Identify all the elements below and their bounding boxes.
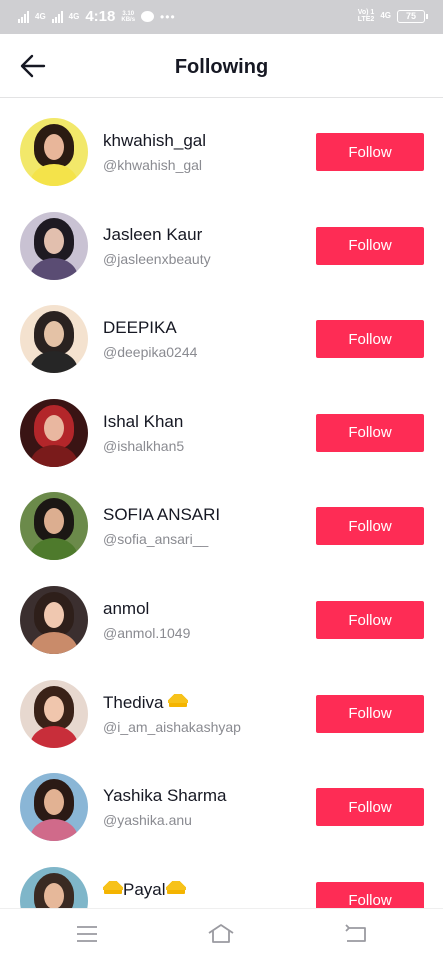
list-item[interactable]: Payal Follow [0,854,443,908]
list-item[interactable]: anmol @anmol.1049 Follow [0,573,443,667]
follow-button[interactable]: Follow [316,694,424,733]
avatar-body [30,257,78,280]
follow-button[interactable]: Follow [316,601,424,639]
avatar-body [30,444,78,467]
avatar[interactable] [20,118,88,186]
list-item[interactable]: Yashika Sharma @yashika.anu Follow [0,760,443,854]
avatar-body [30,538,78,561]
user-name[interactable]: Thediva [103,692,189,713]
status-right: Vo) 1 LTE2 4G 75 [358,9,428,23]
avatar[interactable] [20,679,88,748]
network-speed-unit: KB/s [121,16,136,23]
follow-button[interactable]: Follow [316,320,424,359]
avatar[interactable] [20,586,88,654]
back-icon [345,924,366,942]
user-handle: @i_am_aishakashyap [103,718,241,735]
network-type-3: 4G [380,11,391,20]
avatar[interactable] [20,773,88,842]
avatar-face [44,882,64,908]
user-name[interactable]: khwahish_gal [103,131,206,151]
volte-indicator: Vo) 1 LTE2 [358,9,375,23]
avatar-face [44,227,64,254]
list-item[interactable]: SOFIA ANSARI @sofia_ansari__ Follow [0,479,443,573]
user-name-text: anmol [103,599,150,618]
avatar-face [44,134,64,160]
list-item[interactable]: Ishal Khan @ishalkhan5 Follow [0,386,443,480]
user-handle: @sofia_ansari__ [103,531,209,548]
avatar-body [30,351,78,374]
avatar-body [30,164,78,186]
user-handle: @jasleenxbeauty [103,250,211,267]
avatar[interactable] [20,866,88,908]
menu-icon [77,926,97,942]
following-list[interactable]: khwahish_gal @khwahish_gal Follow Jasleen K… [0,105,443,908]
crown-icon [168,693,189,707]
follow-button[interactable]: Follow [316,788,424,827]
user-name[interactable]: anmol [103,599,149,619]
user-handle: @yashika.anu [103,812,192,829]
user-name[interactable]: DEEPIKA [103,318,177,338]
follow-button[interactable]: Follow [316,133,424,171]
avatar-face [44,321,64,348]
user-name-text: Thediva [103,692,164,712]
user-handle: @ishalkhan5 [103,437,185,454]
user-name[interactable]: Jasleen Kaur [103,225,202,245]
follow-button[interactable]: Follow [316,413,424,452]
user-handle: @khwahish_gal [103,157,203,173]
user-handle: @anmol.1049 [103,625,191,641]
home-icon [208,924,234,943]
user-name-text: Ishal Khan [103,411,184,431]
network-type-2: 4G [68,11,80,21]
list-item[interactable]: Thediva @i_am_aishakashyap Follow [0,667,443,761]
avatar-face [44,789,64,816]
message-icon [141,11,155,22]
user-handle: @deepika0244 [103,344,198,361]
avatar-face [44,414,64,441]
more-notifications-icon: ••• [160,9,176,24]
volte-bottom: LTE2 [357,16,375,23]
avatar[interactable] [20,492,88,561]
avatar-face [44,695,64,722]
user-name[interactable]: SOFIA ANSARI [103,505,220,525]
clock: 4:18 [85,8,116,25]
header: Following [0,34,443,98]
signal-icon [51,10,63,23]
signal-icon [18,10,29,23]
user-name-text: SOFIA ANSARI [103,505,221,525]
avatar-body [30,725,78,748]
list-item[interactable]: khwahish_gal @khwahish_gal Follow [0,105,443,199]
list-item[interactable]: DEEPIKA @deepika0244 Follow [0,292,443,386]
user-name[interactable]: Payal [103,880,186,900]
user-name-text: khwahish_gal [103,131,207,150]
status-bar: 4G 4G 4:18 3.10 KB/s ••• Vo) 1 LTE2 4G 7… [0,0,443,34]
network-type-1: 4G [35,11,46,21]
page-title: Following [174,56,269,78]
status-left: 4G 4G 4:18 3.10 KB/s ••• [18,8,176,25]
list-item[interactable]: Jasleen Kaur @jasleenxbeauty Follow [0,199,443,293]
battery-icon: 75 [397,9,428,23]
network-speed: 3.10 KB/s [121,11,135,23]
user-name-text: Jasleen Kaur [103,224,203,244]
crown-icon [103,880,123,894]
user-name-text: DEEPIKA [103,318,177,338]
follow-button[interactable]: Follow [316,881,424,908]
avatar[interactable] [20,211,88,280]
user-name[interactable]: Ishal Khan [103,412,183,432]
menu-button[interactable] [72,921,102,947]
crown-icon [165,880,186,894]
follow-button[interactable]: Follow [316,226,424,265]
volte-top: Vo) 1 [357,9,375,16]
system-nav-bar [0,908,443,960]
home-button[interactable] [206,921,236,947]
avatar[interactable] [20,305,88,374]
avatar[interactable] [20,398,88,467]
avatar-face [44,602,64,628]
follow-button[interactable]: Follow [316,507,424,546]
avatar-body [30,632,78,654]
user-name[interactable]: Yashika Sharma [103,786,226,806]
back-nav-button[interactable] [341,921,371,947]
user-name-text: Payal [123,879,166,899]
avatar-body [30,819,78,842]
user-name-text: Yashika Sharma [103,786,227,806]
